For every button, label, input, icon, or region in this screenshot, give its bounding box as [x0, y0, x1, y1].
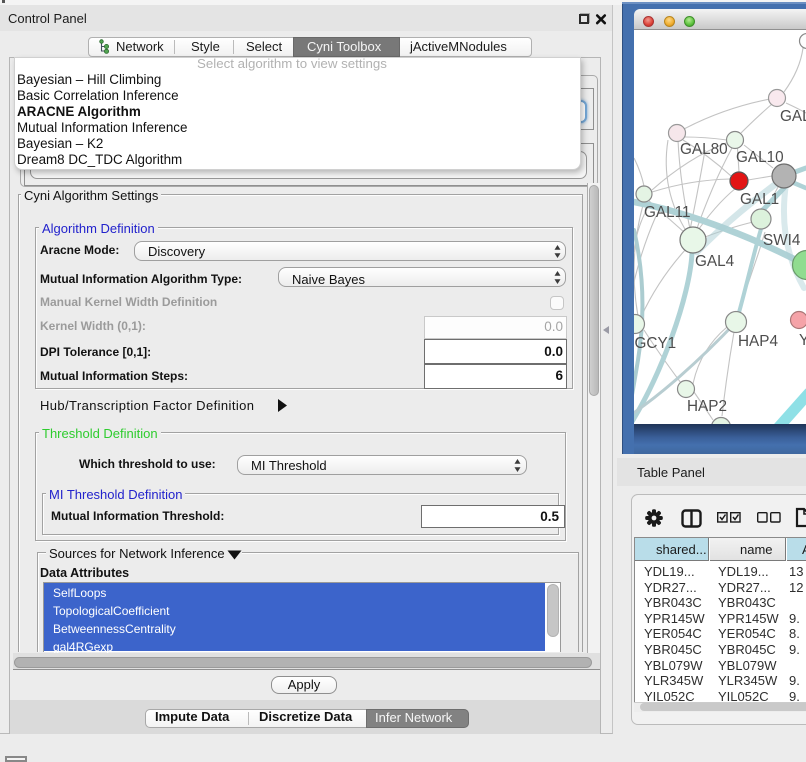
- svg-text:GAL8: GAL8: [780, 108, 806, 125]
- svg-text:GAL10: GAL10: [736, 149, 784, 166]
- svg-text:GAL80: GAL80: [680, 141, 728, 158]
- svg-text:HAP2: HAP2: [687, 398, 727, 415]
- svg-text:GAL4: GAL4: [695, 253, 735, 270]
- svg-text:GAL1: GAL1: [740, 191, 779, 208]
- svg-text:HAP4: HAP4: [738, 333, 778, 350]
- svg-text:GAL11: GAL11: [644, 204, 691, 221]
- svg-text:SWI4: SWI4: [763, 232, 801, 249]
- svg-text:GCY1: GCY1: [635, 335, 677, 352]
- svg-text:Y: Y: [799, 332, 806, 349]
